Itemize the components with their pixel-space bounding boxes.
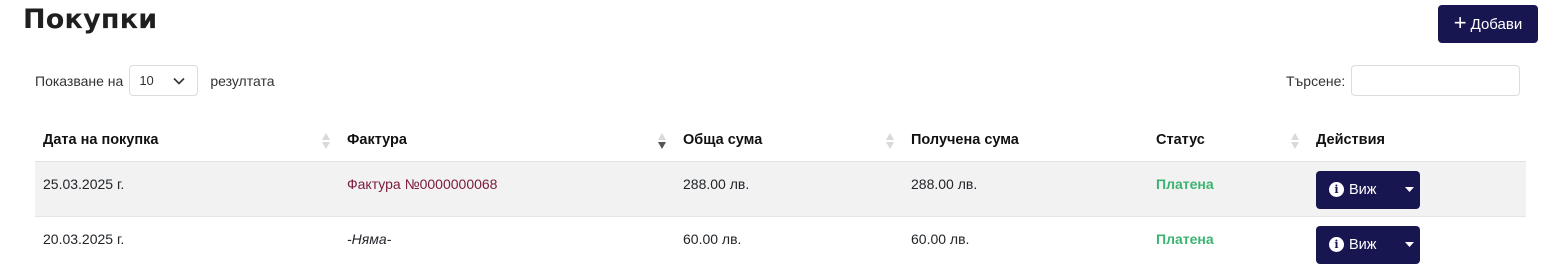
view-button-label: Виж: [1349, 181, 1377, 198]
cell-total: 288.00 лв.: [675, 161, 903, 217]
cell-date: 20.03.2025 г.: [43, 230, 125, 247]
caret-down-icon: [1404, 187, 1414, 192]
column-header-label: Получена сума: [911, 131, 1019, 148]
view-dropdown-toggle[interactable]: [1398, 226, 1420, 264]
length-suffix-label: резултата: [210, 72, 275, 89]
cell-received: 288.00 лв.: [903, 161, 1148, 217]
sort-icon: [1291, 133, 1299, 149]
sort-icon: [886, 133, 894, 149]
page-length-select[interactable]: 10: [129, 65, 199, 96]
length-prefix-label: Показване на: [35, 72, 124, 89]
chevron-down-icon: [173, 77, 185, 85]
add-button-label: Добави: [1470, 15, 1523, 33]
column-header-label: Обща сума: [683, 131, 763, 148]
invoice-none-text: -Няма-: [347, 230, 392, 247]
page-title: Покупки: [23, 4, 158, 35]
info-icon: i: [1329, 237, 1344, 252]
column-header-label: Фактура: [347, 131, 407, 148]
search-control: Търсене:: [1286, 65, 1521, 96]
invoice-link[interactable]: Фактура №0000000068: [347, 176, 497, 192]
page-length-value: 10: [139, 73, 154, 88]
column-header-total[interactable]: Обща сума: [675, 119, 903, 162]
column-header-label: Дата на покупка: [43, 131, 159, 148]
cell-status: Платена: [1148, 216, 1308, 271]
cell-total: 60.00 лв.: [683, 230, 742, 247]
table-header-row: Дата на покупка Фактура Обща сума Получе…: [35, 119, 1526, 162]
caret-down-icon: [1404, 242, 1414, 247]
cell-received: 60.00 лв.: [911, 230, 970, 247]
column-header-received[interactable]: Получена сума: [903, 119, 1148, 162]
column-header-actions: Действия: [1308, 119, 1526, 162]
view-button-group: i Виж: [1316, 225, 1420, 264]
table-row: 25.03.2025 г. Фактура №0000000068 288.00…: [35, 161, 1526, 217]
status-badge: Платена: [1156, 175, 1214, 192]
table-row: 20.03.2025 г. -Няма- 60.00 лв. 60.00 лв.…: [35, 216, 1526, 271]
status-badge: Платена: [1156, 230, 1214, 247]
info-icon: i: [1329, 182, 1344, 197]
cell-actions: i Виж: [1308, 216, 1526, 271]
plus-icon: +: [1453, 10, 1467, 35]
view-button[interactable]: i Виж: [1316, 171, 1398, 209]
column-header-date[interactable]: Дата на покупка: [35, 119, 339, 162]
cell-invoice: -Няма-: [339, 216, 675, 271]
view-button-label: Виж: [1349, 236, 1377, 253]
cell-actions: i Виж: [1308, 161, 1526, 217]
cell-invoice: Фактура №0000000068: [339, 161, 675, 217]
search-input[interactable]: [1351, 65, 1521, 96]
view-dropdown-toggle[interactable]: [1398, 171, 1420, 209]
search-label: Търсене:: [1286, 72, 1346, 89]
sort-desc-icon: [658, 133, 666, 149]
page-length-control: Показване на 10 резултата: [35, 65, 275, 96]
add-button[interactable]: + Добави: [1438, 5, 1538, 43]
view-button[interactable]: i Виж: [1316, 226, 1398, 264]
view-button-group: i Виж: [1316, 170, 1420, 209]
column-header-invoice[interactable]: Фактура: [339, 119, 675, 162]
column-header-label: Действия: [1316, 131, 1385, 148]
cell-status: Платена: [1148, 161, 1308, 217]
cell-date: 25.03.2025 г.: [35, 161, 339, 217]
column-header-status[interactable]: Статус: [1148, 119, 1308, 162]
sort-icon: [322, 133, 330, 149]
column-header-label: Статус: [1156, 131, 1205, 148]
purchases-table: Дата на покупка Фактура Обща сума Получе…: [35, 119, 1526, 271]
